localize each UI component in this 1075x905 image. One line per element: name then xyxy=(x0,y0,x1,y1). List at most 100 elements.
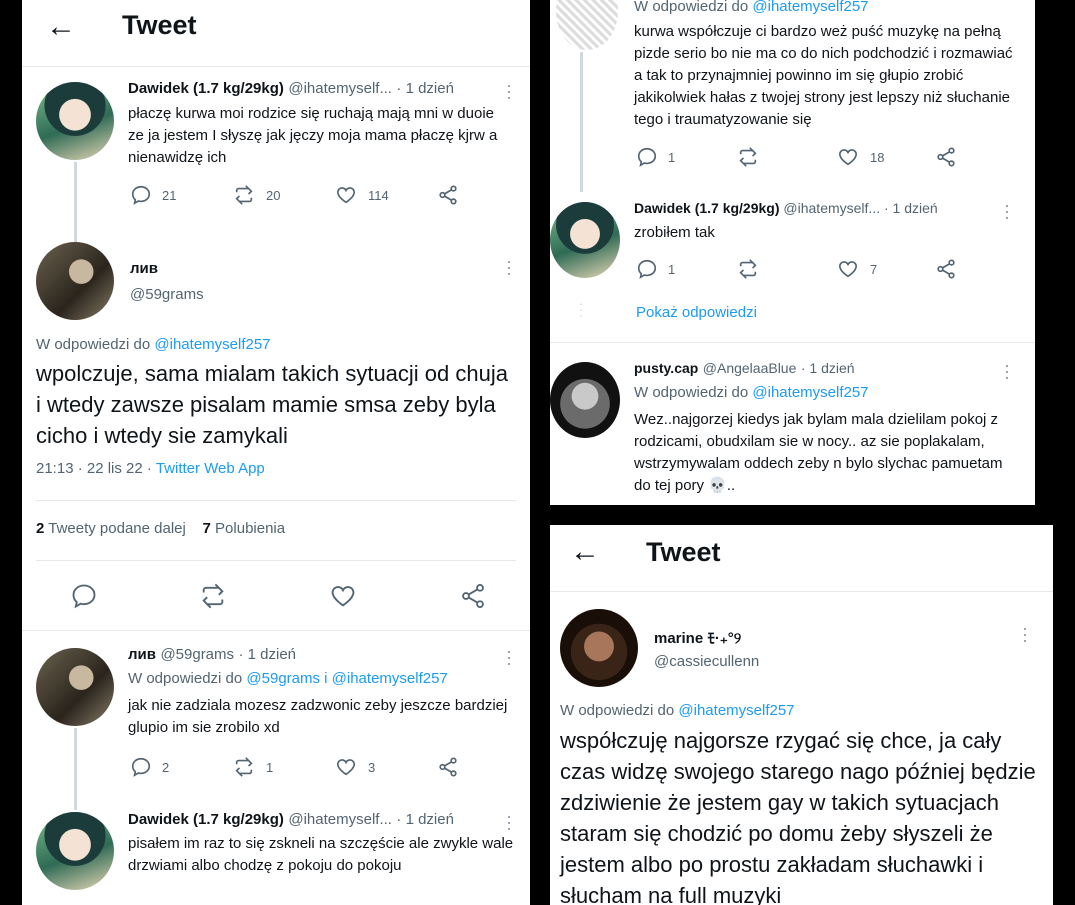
reply-to-link[interactable]: @59grams i @ihatemyself257 xyxy=(246,670,447,687)
retweet-button[interactable] xyxy=(736,146,760,168)
like-button[interactable]: 7 xyxy=(836,258,877,280)
share-button[interactable] xyxy=(436,756,460,778)
tweet-header: лив @59grams · 1 dzień xyxy=(128,646,296,664)
reply-to-label: W odpowiedzi do xyxy=(128,670,243,687)
avatar[interactable] xyxy=(36,648,114,726)
share-button[interactable] xyxy=(934,258,958,280)
author-handle[interactable]: @ihatemyself... xyxy=(783,200,880,216)
retweet-button[interactable] xyxy=(198,582,228,610)
more-icon[interactable]: · · · xyxy=(506,76,512,106)
more-icon[interactable]: · · · xyxy=(1004,356,1010,386)
reply-count: 21 xyxy=(162,187,177,203)
like-icon xyxy=(336,187,356,204)
more-icon[interactable]: · · · xyxy=(1022,619,1028,649)
author-handle[interactable]: @59grams xyxy=(160,646,234,663)
back-arrow-icon[interactable]: ← xyxy=(46,12,76,42)
show-replies-link[interactable]: Pokaż odpowiedzi xyxy=(636,304,757,321)
thread-line xyxy=(74,162,77,242)
reply-to-link[interactable]: @ihatemyself257 xyxy=(154,336,270,353)
like-label[interactable]: Polubienia xyxy=(215,520,285,537)
tweet-text: jak nie zadziala mozesz zadzwonic zeby j… xyxy=(128,697,508,736)
thread-dots: · · · xyxy=(578,295,584,323)
avatar[interactable] xyxy=(550,202,620,278)
share-icon xyxy=(937,259,955,279)
avatar[interactable] xyxy=(36,242,114,320)
reply-to-line: W odpowiedzi do @59grams i @ihatemyself2… xyxy=(128,670,448,687)
tweet-header: Dawidek (1.7 kg/29kg) @ihatemyself... · … xyxy=(634,200,938,216)
tweet-time: · 1 dzień xyxy=(396,811,454,828)
tweet-time: · 1 dzień xyxy=(800,360,855,376)
author-handle[interactable]: @cassiecullenn xyxy=(654,653,759,670)
retweet-total[interactable]: 2 xyxy=(36,520,44,537)
reply-icon xyxy=(72,584,96,609)
author-handle[interactable]: @ihatemyself... xyxy=(288,811,392,828)
avatar[interactable] xyxy=(36,82,114,160)
like-icon xyxy=(838,149,858,166)
author-handle[interactable]: @59grams xyxy=(130,286,204,303)
share-icon xyxy=(462,583,484,609)
retweet-count: 20 xyxy=(266,187,281,203)
source-link[interactable]: Twitter Web App xyxy=(156,460,265,477)
more-icon[interactable]: · · · xyxy=(1004,196,1010,226)
author-name[interactable]: Dawidek (1.7 kg/29kg) xyxy=(128,80,284,97)
reply-button[interactable]: 21 xyxy=(130,184,176,206)
retweet-button[interactable]: 20 xyxy=(232,184,280,206)
like-button[interactable]: 18 xyxy=(836,146,884,168)
thread-line xyxy=(580,52,583,192)
back-arrow-icon[interactable]: ← xyxy=(570,537,600,567)
reply-to-line: W odpowiedzi do @ihatemyself257 xyxy=(560,702,795,719)
author-name[interactable]: pusty.cap xyxy=(634,360,698,376)
retweet-button[interactable]: 1 xyxy=(232,756,273,778)
reply-button[interactable]: 1 xyxy=(636,258,675,280)
avatar[interactable] xyxy=(560,609,638,687)
reply-to-label: W odpowiedzi do xyxy=(560,702,675,719)
reply-to-line: W odpowiedzi do @ihatemyself257 xyxy=(634,384,869,401)
reply-to-link[interactable]: @ihatemyself257 xyxy=(678,702,794,719)
author-name[interactable]: Dawidek (1.7 kg/29kg) xyxy=(634,200,780,216)
like-count: 7 xyxy=(870,261,878,277)
retweet-count: 1 xyxy=(266,759,274,775)
author-handle[interactable]: @ihatemyself... xyxy=(288,80,392,97)
more-icon[interactable]: · · · xyxy=(506,807,512,837)
like-total[interactable]: 7 xyxy=(203,520,211,537)
retweet-button[interactable] xyxy=(736,258,760,280)
like-button[interactable]: 3 xyxy=(334,756,375,778)
author-name[interactable]: лив xyxy=(130,260,158,277)
tweet-text: pisałem im raz to się zskneli na szczęśc… xyxy=(128,835,514,874)
like-icon xyxy=(336,759,356,776)
more-icon[interactable]: · · · xyxy=(506,252,512,282)
retweet-icon xyxy=(235,757,253,777)
reply-to-line: W odpowiedzi do @ihatemyself257 xyxy=(36,336,271,353)
avatar[interactable] xyxy=(556,0,618,50)
tweet-time: · 1 dzień xyxy=(883,200,938,216)
reply-to-label: W odpowiedzi do xyxy=(36,336,151,353)
reply-button[interactable]: 2 xyxy=(130,756,169,778)
reply-to-label: W odpowiedzi do xyxy=(634,384,749,401)
retweet-icon xyxy=(739,259,757,279)
reply-button[interactable]: 1 xyxy=(636,146,675,168)
like-button[interactable] xyxy=(328,582,358,610)
more-icon[interactable]: · · · xyxy=(506,642,512,672)
reply-to-line: W odpowiedzi do @ihatemyself257 xyxy=(634,0,869,15)
reply-to-link[interactable]: @ihatemyself257 xyxy=(752,0,868,15)
share-button[interactable] xyxy=(436,184,460,206)
retweet-icon xyxy=(235,185,253,205)
reply-to-label: W odpowiedzi do xyxy=(634,0,749,15)
share-button[interactable] xyxy=(934,146,958,168)
retweet-label[interactable]: Tweety podane dalej xyxy=(48,520,186,537)
share-button[interactable] xyxy=(458,582,488,610)
reply-count: 2 xyxy=(162,759,170,775)
author-name[interactable]: лив xyxy=(128,646,156,663)
like-button[interactable]: 114 xyxy=(334,184,389,206)
author-handle[interactable]: @AngelaaBlue xyxy=(703,360,797,376)
reply-button[interactable] xyxy=(70,582,98,610)
author-name[interactable]: Dawidek (1.7 kg/29kg) xyxy=(128,811,284,828)
share-icon xyxy=(439,185,457,205)
author-name[interactable]: marine ﾓ·₊°୨ xyxy=(654,627,741,648)
divider xyxy=(550,342,1035,343)
like-count: 18 xyxy=(870,149,885,165)
reply-to-link[interactable]: @ihatemyself257 xyxy=(752,384,868,401)
avatar[interactable] xyxy=(36,812,114,890)
tweet-header: Dawidek (1.7 kg/29kg) @ihatemyself... · … xyxy=(128,80,508,98)
avatar[interactable] xyxy=(550,362,620,438)
